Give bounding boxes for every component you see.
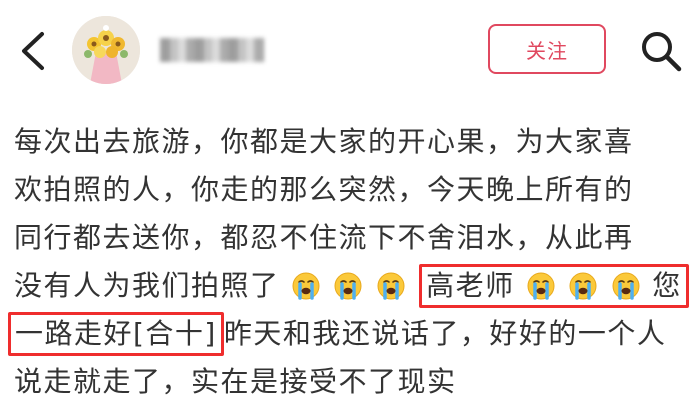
- post-text-line: 欢拍照的人，你走的那么突然，今天晚上所有的: [14, 173, 634, 206]
- post-text-segment: 没有人为我们拍照了: [14, 269, 280, 302]
- follow-button[interactable]: 关注: [488, 24, 606, 74]
- top-bar: 关注: [0, 0, 700, 100]
- chevron-left-icon: [22, 32, 44, 70]
- loudly-crying-face-icon: [569, 272, 597, 300]
- post-text-line: 没有人为我们拍照了 高老师 您: [14, 262, 694, 310]
- loudly-crying-face-icon: [612, 272, 640, 300]
- highlighted-text: 您: [652, 269, 682, 302]
- highlighted-text: 一路走好[合十]: [15, 317, 217, 350]
- loudly-crying-face-icon: [527, 272, 555, 300]
- highlight-box-teacher: 高老师 您: [419, 264, 689, 308]
- post-body: 每次出去旅游，你都是大家的开心果，为大家喜 欢拍照的人，你走的那么突然，今天晚上…: [8, 118, 694, 406]
- flower-bouquet-avatar-image: [72, 16, 140, 84]
- username-blurred[interactable]: [160, 38, 264, 62]
- post-text-line: 每次出去旅游，你都是大家的开心果，为大家喜: [14, 125, 634, 158]
- search-icon: [642, 32, 682, 72]
- post-text-line: 说走就走了，实在是接受不了现实: [14, 365, 457, 398]
- loudly-crying-face-icon: [377, 272, 405, 300]
- avatar[interactable]: [72, 16, 140, 84]
- highlight-box-farewell: 一路走好[合十]: [8, 312, 224, 356]
- post-text-line: 一路走好[合十] 昨天和我还说话了，好好的一个人: [8, 310, 694, 358]
- loudly-crying-face-icon: [334, 272, 362, 300]
- post-text-line: 同行都去送你，都忍不住流下不舍泪水，从此再: [14, 221, 634, 254]
- post-text-segment: 昨天和我还说话了，好好的一个人: [223, 317, 667, 350]
- loudly-crying-face-icon: [292, 272, 320, 300]
- highlighted-text: 高老师: [426, 269, 515, 302]
- back-button[interactable]: [14, 28, 54, 74]
- search-button[interactable]: [638, 28, 684, 74]
